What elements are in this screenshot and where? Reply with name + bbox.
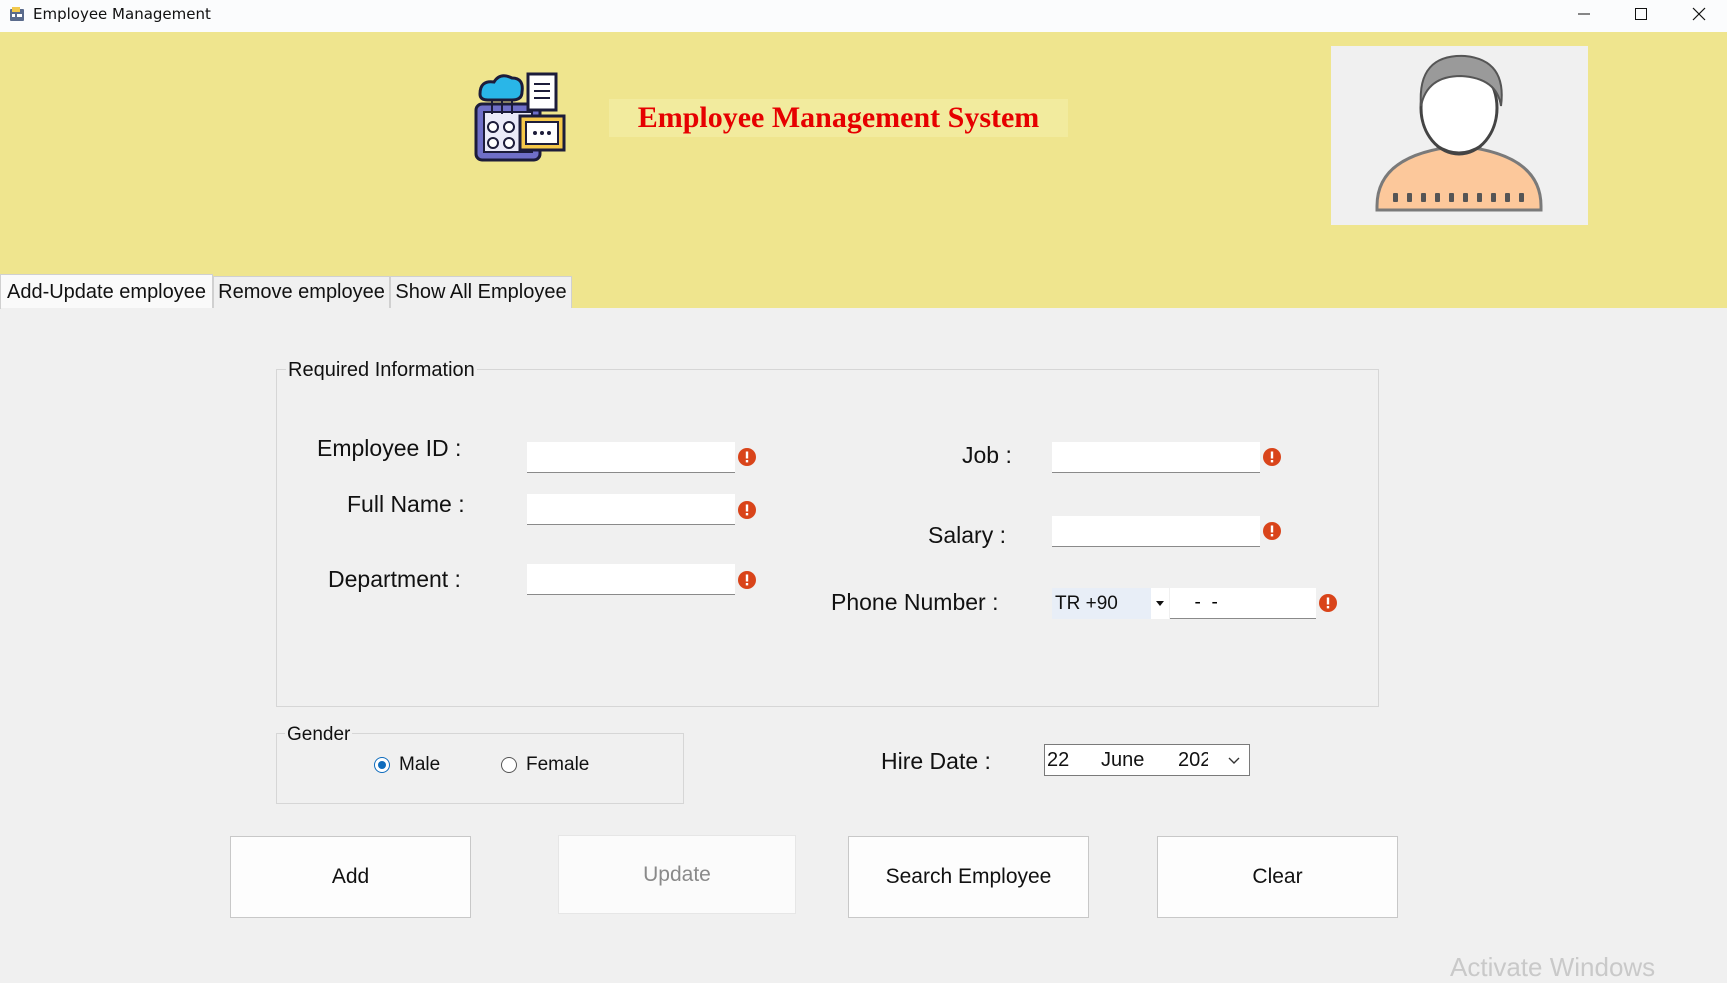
job-label: Job : (962, 442, 1012, 468)
dropdown-arrow-icon (1156, 601, 1164, 606)
clear-button[interactable]: Clear (1157, 836, 1398, 918)
salary-input[interactable] (1052, 516, 1260, 547)
hire-date-picker[interactable]: 22 June 202 (1044, 744, 1250, 776)
tab-add-update-employee[interactable]: Add-Update employee (0, 274, 213, 309)
chevron-down-icon[interactable] (1228, 757, 1240, 765)
maximize-icon (1635, 8, 1647, 20)
update-button[interactable]: Update (558, 835, 796, 914)
phone-number-input[interactable] (1170, 588, 1316, 619)
employee-database-icon (474, 72, 566, 162)
radio-button[interactable] (501, 757, 517, 773)
hire-date-day[interactable]: 22 (1047, 749, 1069, 772)
employee-id-label: Employee ID : (317, 435, 462, 461)
male-radio[interactable]: Male (374, 754, 440, 776)
full-name-input[interactable] (527, 494, 735, 525)
error-icon (738, 448, 756, 466)
add-button[interactable]: Add (230, 836, 471, 918)
employee-id-input[interactable] (527, 442, 735, 473)
error-icon (738, 501, 756, 519)
window-title: Employee Management (33, 5, 211, 23)
minimize-icon (1578, 13, 1590, 15)
phone-number-label: Phone Number : (831, 589, 999, 615)
title-bar: Employee Management (0, 0, 1727, 32)
country-code-select[interactable]: TR +90 (1052, 588, 1169, 619)
error-icon (1263, 522, 1281, 540)
salary-label: Salary : (928, 522, 1006, 548)
tab-remove-employee[interactable]: Remove employee (213, 276, 390, 308)
error-icon (738, 571, 756, 589)
system-title: Employee Management System (609, 99, 1068, 137)
required-info-legend: Required Information (286, 359, 477, 382)
user-avatar-icon (1375, 54, 1543, 212)
hire-date-label: Hire Date : (881, 748, 991, 774)
gender-legend: Gender (285, 724, 353, 746)
female-radio[interactable]: Female (501, 754, 589, 776)
full-name-label: Full Name : (347, 491, 465, 517)
department-input[interactable] (527, 564, 735, 595)
job-input[interactable] (1052, 442, 1260, 473)
female-label: Female (526, 754, 590, 775)
error-icon (1319, 594, 1337, 612)
hire-date-year[interactable]: 202 (1178, 749, 1208, 772)
male-label: Male (399, 754, 441, 775)
tab-show-all-employee[interactable]: Show All Employee (390, 276, 572, 308)
avatar (1331, 46, 1588, 225)
radio-button-checked[interactable] (374, 757, 390, 773)
error-icon (1263, 448, 1281, 466)
country-code-value: TR +90 (1052, 588, 1151, 619)
search-employee-button[interactable]: Search Employee (848, 836, 1089, 918)
hire-date-month[interactable]: June (1101, 749, 1144, 772)
minimize-button[interactable] (1556, 0, 1612, 28)
app-icon (10, 7, 24, 21)
maximize-button[interactable] (1613, 0, 1669, 28)
close-button[interactable] (1671, 0, 1727, 28)
department-label: Department : (328, 566, 461, 592)
activation-watermark: Activate Windows (1450, 952, 1656, 982)
close-icon (1692, 7, 1706, 21)
